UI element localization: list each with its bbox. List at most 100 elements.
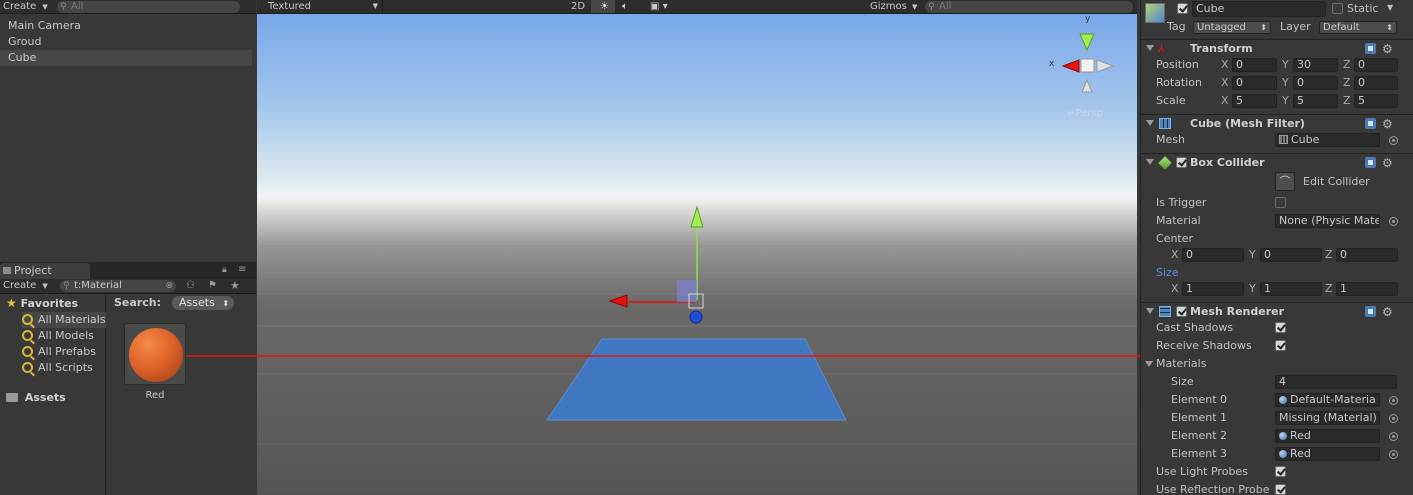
move-handle-y-icon[interactable] bbox=[690, 205, 704, 228]
rotation-y-field[interactable]: 0 bbox=[1293, 76, 1338, 90]
gear-icon[interactable]: ⚙ bbox=[1382, 306, 1393, 318]
object-picker-icon[interactable] bbox=[1389, 396, 1398, 405]
materials-row[interactable]: Materials bbox=[1141, 355, 1413, 373]
mesh-renderer-enabled-checkbox[interactable] bbox=[1176, 306, 1187, 317]
gear-icon[interactable]: ⚙ bbox=[1382, 118, 1393, 130]
gizmo-back-cone-icon[interactable] bbox=[1096, 59, 1115, 73]
favorite-all-materials[interactable]: All Materials bbox=[22, 312, 106, 328]
object-name-field[interactable]: Cube bbox=[1192, 1, 1326, 17]
mesh-field[interactable]: Cube bbox=[1275, 133, 1380, 147]
filter-label-icon[interactable]: ⚑ bbox=[208, 280, 217, 291]
asset-red-material[interactable] bbox=[124, 323, 186, 385]
object-picker-icon[interactable] bbox=[1389, 136, 1398, 145]
hierarchy-search-input[interactable]: ⚲ All bbox=[57, 1, 240, 13]
position-y-field[interactable]: 30 bbox=[1293, 58, 1338, 72]
persp-label[interactable]: ⇐Persp bbox=[1067, 108, 1103, 119]
collider-material-field[interactable]: None (Physic Mate bbox=[1275, 214, 1380, 228]
move-plane-handle[interactable] bbox=[677, 280, 697, 302]
scene-search-input[interactable]: ⚲ All bbox=[925, 1, 1133, 13]
shading-mode-dropdown[interactable]: Textured ▼ bbox=[265, 0, 383, 13]
mesh-filter-header[interactable]: Cube (Mesh Filter) ⚙ bbox=[1141, 114, 1413, 132]
help-icon[interactable] bbox=[1365, 306, 1376, 317]
object-picker-icon[interactable] bbox=[1389, 414, 1398, 423]
receive-shadows-label: Receive Shadows bbox=[1156, 339, 1252, 352]
center-z-field[interactable]: 0 bbox=[1336, 248, 1398, 262]
size-y-field[interactable]: 1 bbox=[1260, 282, 1322, 296]
gear-icon[interactable]: ⚙ bbox=[1382, 43, 1393, 55]
transform-header[interactable]: ⅄ Transform ⚙ bbox=[1141, 39, 1413, 57]
element-0-field[interactable]: Default-Materia bbox=[1275, 393, 1380, 407]
element-2-field[interactable]: Red bbox=[1275, 429, 1380, 443]
gear-icon[interactable]: ⚙ bbox=[1382, 157, 1393, 169]
box-collider-enabled-checkbox[interactable] bbox=[1176, 157, 1187, 168]
favorite-all-models[interactable]: All Models bbox=[22, 328, 106, 344]
size-x-field[interactable]: 1 bbox=[1182, 282, 1244, 296]
orientation-gizmo[interactable] bbox=[1061, 33, 1115, 93]
is-trigger-checkbox[interactable] bbox=[1275, 197, 1286, 208]
favorite-star-icon[interactable]: ★ bbox=[230, 279, 240, 292]
element-label: Element 3 bbox=[1171, 447, 1228, 460]
edit-collider-button[interactable]: ⌒ bbox=[1275, 172, 1295, 191]
static-checkbox[interactable] bbox=[1332, 3, 1343, 14]
element-1-field[interactable]: Missing (Material) bbox=[1275, 411, 1380, 425]
create-dropdown[interactable]: Create ▼ bbox=[0, 0, 48, 13]
effects-dropdown-icon[interactable]: ▣ ▾ bbox=[647, 0, 677, 13]
object-picker-icon[interactable] bbox=[1389, 432, 1398, 441]
object-picker-icon[interactable] bbox=[1389, 217, 1398, 226]
project-search-input[interactable]: ⚲ t:Material ⊗ bbox=[60, 280, 176, 292]
size-z-field[interactable]: 1 bbox=[1336, 282, 1398, 296]
scene-viewport[interactable]: y x ⇐Persp bbox=[257, 14, 1137, 495]
hierarchy-item-groud[interactable]: Groud bbox=[0, 34, 252, 50]
light-probes-checkbox[interactable] bbox=[1275, 466, 1286, 477]
scale-z-field[interactable]: 5 bbox=[1354, 94, 1398, 108]
project-create-dropdown[interactable]: Create ▼ bbox=[0, 279, 50, 292]
mode-2d-toggle[interactable]: 2D bbox=[568, 0, 590, 13]
move-handle-z-icon[interactable] bbox=[689, 310, 703, 324]
help-icon[interactable] bbox=[1365, 43, 1376, 54]
tag-dropdown[interactable]: Untagged ⬍ bbox=[1193, 21, 1271, 34]
position-x-field[interactable]: 0 bbox=[1232, 58, 1277, 72]
clear-search-icon[interactable]: ⊗ bbox=[165, 280, 173, 292]
search-scope-dropdown[interactable]: Assets ⬍ bbox=[172, 296, 234, 310]
rotation-z-field[interactable]: 0 bbox=[1354, 76, 1398, 90]
search-icon: ⚲ bbox=[60, 2, 67, 12]
filter-type-icon[interactable]: ⚇ bbox=[186, 280, 195, 291]
reflection-probes-checkbox[interactable] bbox=[1275, 484, 1286, 495]
hierarchy-item-main-camera[interactable]: Main Camera bbox=[0, 18, 252, 34]
materials-size-field[interactable]: 4 bbox=[1275, 375, 1397, 389]
scale-x-field[interactable]: 5 bbox=[1232, 94, 1277, 108]
center-y-field[interactable]: 0 bbox=[1260, 248, 1322, 262]
hierarchy-item-cube[interactable]: Cube bbox=[0, 50, 252, 66]
object-picker-icon[interactable] bbox=[1389, 450, 1398, 459]
static-dropdown-icon[interactable]: ▼ bbox=[1387, 3, 1393, 12]
receive-shadows-checkbox[interactable] bbox=[1275, 340, 1286, 351]
gizmo-x-cone-icon[interactable] bbox=[1061, 59, 1080, 73]
layer-dropdown[interactable]: Default ⬍ bbox=[1319, 21, 1397, 34]
help-icon[interactable] bbox=[1365, 157, 1376, 168]
rotation-x-field[interactable]: 0 bbox=[1232, 76, 1277, 90]
help-icon[interactable] bbox=[1365, 118, 1376, 129]
mesh-renderer-header[interactable]: Mesh Renderer ⚙ bbox=[1141, 302, 1413, 320]
move-handle-x-icon[interactable] bbox=[608, 294, 628, 308]
favorite-all-prefabs[interactable]: All Prefabs bbox=[22, 344, 106, 360]
cast-shadows-checkbox[interactable] bbox=[1275, 322, 1286, 333]
gizmo-center-cube-icon[interactable] bbox=[1080, 58, 1095, 73]
panel-menu-icon[interactable]: ≡ bbox=[238, 264, 246, 275]
audio-toggle-icon[interactable]: 🔈︎ bbox=[619, 0, 641, 13]
scale-y-field[interactable]: 5 bbox=[1293, 94, 1338, 108]
center-x-field[interactable]: 0 bbox=[1182, 248, 1244, 262]
gizmos-dropdown[interactable]: Gizmos ▼ bbox=[867, 0, 921, 13]
gizmo-y-cone-icon[interactable] bbox=[1079, 33, 1095, 52]
active-checkbox[interactable] bbox=[1177, 3, 1188, 14]
assets-folder[interactable]: Assets bbox=[6, 390, 66, 406]
scene-lighting-toggle-icon[interactable]: ☀ bbox=[591, 0, 615, 13]
tab-project[interactable]: Project bbox=[0, 263, 90, 279]
box-collider-header[interactable]: Box Collider ⚙ bbox=[1141, 153, 1413, 171]
collider-material-row: Material None (Physic Mate bbox=[1141, 212, 1413, 230]
gizmo-down-cone-icon[interactable] bbox=[1081, 78, 1093, 93]
position-z-field[interactable]: 0 bbox=[1354, 58, 1398, 72]
favorite-all-scripts[interactable]: All Scripts bbox=[22, 360, 106, 376]
lock-icon[interactable]: 🔒︎ bbox=[222, 265, 227, 275]
element-3-field[interactable]: Red bbox=[1275, 447, 1380, 461]
favorites-header[interactable]: ★ Favorites bbox=[6, 295, 78, 311]
